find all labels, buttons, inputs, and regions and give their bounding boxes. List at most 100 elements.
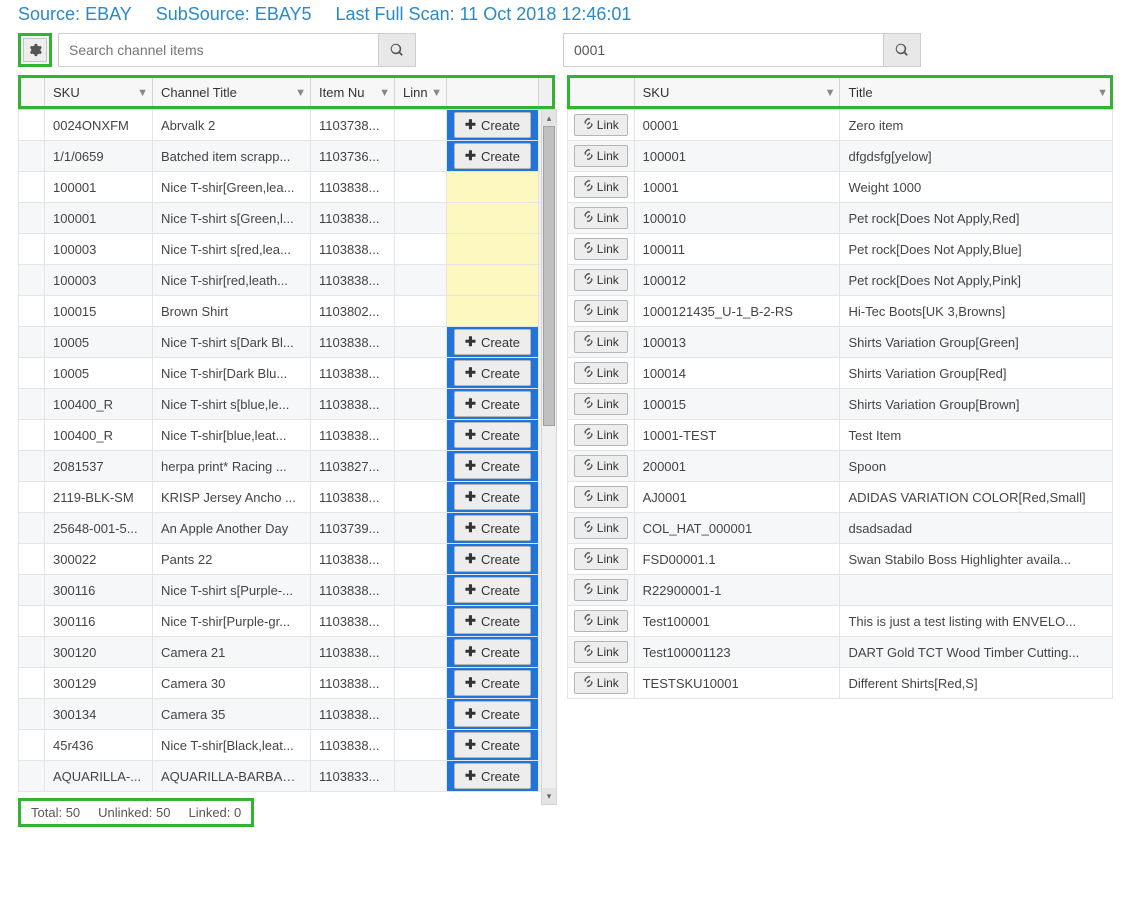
col-title[interactable]: Title▼: [840, 76, 1113, 110]
row-handle[interactable]: [19, 575, 45, 606]
filter-icon[interactable]: ▼: [379, 87, 390, 99]
table-row[interactable]: 300116Nice T-shirt s[Purple-...1103838..…: [19, 575, 555, 606]
table-row[interactable]: 1/1/0659Batched item scrapp...1103736...…: [19, 141, 555, 172]
settings-button[interactable]: [23, 38, 47, 62]
row-handle[interactable]: [19, 265, 45, 296]
table-row[interactable]: 100015Brown Shirt1103802...: [19, 296, 555, 327]
link-button[interactable]: Link: [574, 238, 628, 260]
table-row[interactable]: LinkTest100001This is just a test listin…: [568, 606, 1113, 637]
create-button[interactable]: ✚Create: [454, 453, 531, 479]
link-button[interactable]: Link: [574, 672, 628, 694]
row-handle[interactable]: [19, 730, 45, 761]
row-handle[interactable]: [19, 327, 45, 358]
row-handle[interactable]: [19, 761, 45, 792]
filter-icon[interactable]: ▼: [295, 87, 306, 99]
table-row[interactable]: Link10001-TESTTest Item: [568, 420, 1113, 451]
table-row[interactable]: 2081537herpa print* Racing ...1103827...…: [19, 451, 555, 482]
search-linnworks-input[interactable]: [563, 33, 883, 67]
search-channel-input[interactable]: [58, 33, 378, 67]
create-button[interactable]: ✚Create: [454, 701, 531, 727]
table-row[interactable]: 10005Nice T-shirt s[Dark Bl...1103838...…: [19, 327, 555, 358]
scroll-down-icon[interactable]: ▾: [542, 788, 556, 804]
col-linn[interactable]: Linn▼: [395, 76, 447, 110]
table-row[interactable]: 300120Camera 211103838...✚Create: [19, 637, 555, 668]
create-button[interactable]: ✚Create: [454, 484, 531, 510]
create-button[interactable]: ✚Create: [454, 329, 531, 355]
create-button[interactable]: ✚Create: [454, 639, 531, 665]
table-row[interactable]: Link100001dfgdsfg[yelow]: [568, 141, 1113, 172]
scroll-thumb[interactable]: [543, 126, 555, 426]
row-handle[interactable]: [19, 637, 45, 668]
create-button[interactable]: ✚Create: [454, 391, 531, 417]
row-handle[interactable]: [19, 296, 45, 327]
table-row[interactable]: 100001Nice T-shirt s[Green,l...1103838..…: [19, 203, 555, 234]
create-button[interactable]: ✚Create: [454, 360, 531, 386]
link-button[interactable]: Link: [574, 145, 628, 167]
link-button[interactable]: Link: [574, 579, 628, 601]
table-row[interactable]: LinkTESTSKU10001Different Shirts[Red,S]: [568, 668, 1113, 699]
table-row[interactable]: Link200001Spoon: [568, 451, 1113, 482]
table-row[interactable]: LinkFSD00001.1Swan Stabilo Boss Highligh…: [568, 544, 1113, 575]
filter-icon[interactable]: ▼: [137, 87, 148, 99]
table-row[interactable]: 100003Nice T-shirt s[red,lea...1103838..…: [19, 234, 555, 265]
row-handle[interactable]: [19, 203, 45, 234]
table-row[interactable]: 300134Camera 351103838...✚Create: [19, 699, 555, 730]
link-button[interactable]: Link: [574, 486, 628, 508]
link-button[interactable]: Link: [574, 548, 628, 570]
link-button[interactable]: Link: [574, 393, 628, 415]
table-row[interactable]: 300022Pants 221103838...✚Create: [19, 544, 555, 575]
row-handle[interactable]: [19, 451, 45, 482]
search-linnworks-button[interactable]: [883, 33, 921, 67]
link-button[interactable]: Link: [574, 362, 628, 384]
create-button[interactable]: ✚Create: [454, 546, 531, 572]
scroll-up-icon[interactable]: ▴: [542, 110, 556, 126]
link-button[interactable]: Link: [574, 300, 628, 322]
create-button[interactable]: ✚Create: [454, 608, 531, 634]
table-row[interactable]: LinkR22900001-1: [568, 575, 1113, 606]
create-button[interactable]: ✚Create: [454, 670, 531, 696]
col-channel-title[interactable]: Channel Title▼: [153, 76, 311, 110]
table-row[interactable]: Link1000121435_U-1_B-2-RSHi-Tec Boots[UK…: [568, 296, 1113, 327]
col-handle[interactable]: [19, 76, 45, 110]
link-button[interactable]: Link: [574, 176, 628, 198]
table-row[interactable]: Link100013Shirts Variation Group[Green]: [568, 327, 1113, 358]
table-row[interactable]: 10005Nice T-shir[Dark Blu...1103838...✚C…: [19, 358, 555, 389]
row-handle[interactable]: [19, 513, 45, 544]
row-handle[interactable]: [19, 172, 45, 203]
link-button[interactable]: Link: [574, 641, 628, 663]
col-item-number[interactable]: Item Nu▼: [311, 76, 395, 110]
table-row[interactable]: 100001Nice T-shir[Green,lea...1103838...: [19, 172, 555, 203]
col-sku[interactable]: SKU▼: [634, 76, 840, 110]
link-button[interactable]: Link: [574, 114, 628, 136]
row-handle[interactable]: [19, 606, 45, 637]
row-handle[interactable]: [19, 420, 45, 451]
table-row[interactable]: Link10001Weight 1000: [568, 172, 1113, 203]
row-handle[interactable]: [19, 234, 45, 265]
table-row[interactable]: 100003Nice T-shir[red,leath...1103838...: [19, 265, 555, 296]
create-button[interactable]: ✚Create: [454, 763, 531, 789]
table-row[interactable]: Link100010Pet rock[Does Not Apply,Red]: [568, 203, 1113, 234]
table-row[interactable]: 2119-BLK-SMKRISP Jersey Ancho ...1103838…: [19, 482, 555, 513]
create-button[interactable]: ✚Create: [454, 422, 531, 448]
table-row[interactable]: LinkAJ0001ADIDAS VARIATION COLOR[Red,Sma…: [568, 482, 1113, 513]
row-handle[interactable]: [19, 699, 45, 730]
table-row[interactable]: Link00001Zero item: [568, 110, 1113, 141]
table-row[interactable]: Link100014Shirts Variation Group[Red]: [568, 358, 1113, 389]
row-handle[interactable]: [19, 358, 45, 389]
table-row[interactable]: 45r436Nice T-shir[Black,leat...1103838..…: [19, 730, 555, 761]
table-row[interactable]: AQUARILLA-...AQUARILLA-BARBAD...1103833.…: [19, 761, 555, 792]
link-button[interactable]: Link: [574, 610, 628, 632]
table-row[interactable]: 300129Camera 301103838...✚Create: [19, 668, 555, 699]
filter-icon[interactable]: ▼: [825, 87, 836, 99]
row-handle[interactable]: [19, 668, 45, 699]
table-row[interactable]: LinkTest100001123DART Gold TCT Wood Timb…: [568, 637, 1113, 668]
table-row[interactable]: 25648-001-5...An Apple Another Day110373…: [19, 513, 555, 544]
search-channel-button[interactable]: [378, 33, 416, 67]
table-row[interactable]: 100400_RNice T-shir[blue,leat...1103838.…: [19, 420, 555, 451]
row-handle[interactable]: [19, 141, 45, 172]
filter-icon[interactable]: ▼: [431, 87, 442, 99]
row-handle[interactable]: [19, 389, 45, 420]
table-row[interactable]: Link100015Shirts Variation Group[Brown]: [568, 389, 1113, 420]
table-row[interactable]: LinkCOL_HAT_000001dsadsadad: [568, 513, 1113, 544]
create-button[interactable]: ✚Create: [454, 143, 531, 169]
